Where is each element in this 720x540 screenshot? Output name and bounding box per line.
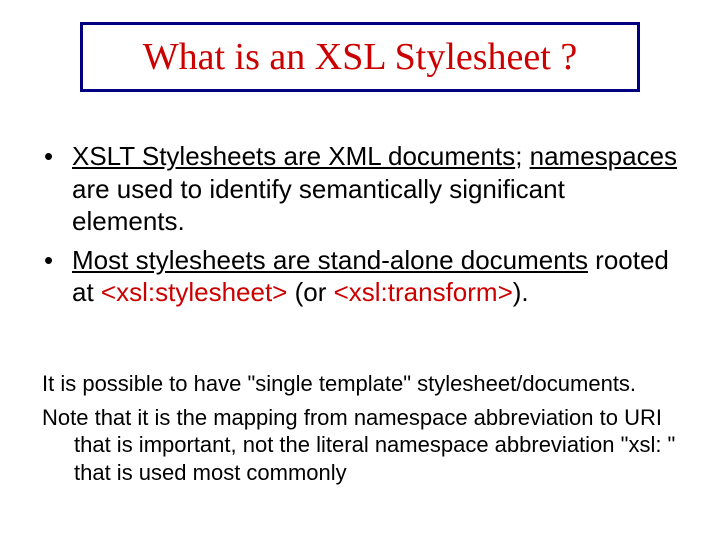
bullet-item: • XSLT Stylesheets are XML documents; na…: [42, 140, 682, 238]
bullet-mid: (or: [287, 277, 333, 307]
bullet-text: Most stylesheets are stand-alone documen…: [72, 244, 682, 309]
bullet-rest: are used to identify semantically signif…: [72, 174, 565, 237]
bullet-marker: •: [42, 244, 72, 277]
bullet-marker: •: [42, 140, 72, 173]
bullet-underlined-2: namespaces: [530, 141, 677, 171]
bullet-item: • Most stylesheets are stand-alone docum…: [42, 244, 682, 309]
notes-block: It is possible to have "single template"…: [42, 370, 682, 492]
bullet-end: ).: [513, 277, 529, 307]
bullet-underlined: XSLT Stylesheets are XML documents: [72, 141, 515, 171]
bullet-semicolon: ;: [515, 141, 529, 171]
code-red: <xsl:transform>: [334, 277, 513, 307]
note-paragraph: It is possible to have "single template"…: [42, 370, 682, 398]
bullet-list: • XSLT Stylesheets are XML documents; na…: [42, 140, 682, 315]
bullet-text: XSLT Stylesheets are XML documents; name…: [72, 140, 682, 238]
bullet-underlined: Most stylesheets are stand-alone documen…: [72, 245, 588, 275]
code-red: <xsl:stylesheet>: [101, 277, 287, 307]
note-paragraph: Note that it is the mapping from namespa…: [42, 404, 682, 487]
slide: What is an XSL Stylesheet ? • XSLT Style…: [0, 0, 720, 540]
slide-title: What is an XSL Stylesheet ?: [143, 36, 577, 78]
title-box: What is an XSL Stylesheet ?: [80, 22, 640, 92]
